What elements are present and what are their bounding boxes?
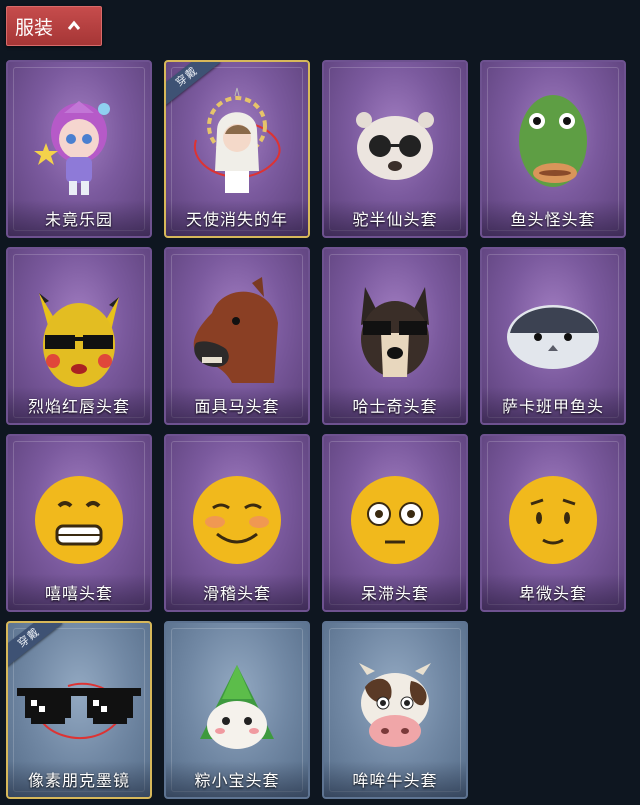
dazed-emoji-icon — [351, 475, 439, 564]
costume-card-moumou-niu[interactable]: 哞哞牛头套 — [322, 621, 468, 799]
item-name: 未竟乐园 — [8, 200, 150, 236]
chevron-up-icon — [67, 20, 81, 30]
cow-head-icon — [359, 662, 431, 747]
sacabambaspis-head-icon — [507, 304, 599, 369]
costume-card-beiwei[interactable]: 卑微头套 — [480, 434, 626, 612]
costume-card-lieyan-hongchun[interactable]: 烈焰红唇头套 — [6, 247, 152, 425]
section-label: 服装 — [15, 16, 54, 39]
costume-card-hashiqi[interactable]: 哈士奇头套 — [322, 247, 468, 425]
costume-card-mianju-ma[interactable]: 面具马头套 — [164, 247, 310, 425]
chibi-doll-icon — [34, 100, 110, 195]
item-name: 哈士奇头套 — [324, 387, 466, 423]
item-name: 驼半仙头套 — [324, 200, 466, 236]
costume-card-xixi[interactable]: 嘻嘻头套 — [6, 434, 152, 612]
costume-card-xiangsu-pengke[interactable]: 穿戴 像素朋克墨镜 — [6, 621, 152, 799]
item-name: 鱼头怪头套 — [482, 200, 624, 236]
item-name: 萨卡班甲鱼头 — [482, 387, 624, 423]
horse-mask-icon — [193, 276, 278, 383]
item-name: 滑稽头套 — [166, 574, 308, 610]
pixel-sunglasses-icon — [17, 687, 141, 724]
fish-head-icon — [519, 94, 587, 187]
item-name: 烈焰红唇头套 — [8, 387, 150, 423]
costume-card-sakaban-jiayu[interactable]: 萨卡班甲鱼头 — [480, 247, 626, 425]
item-name: 天使消失的年 — [166, 200, 308, 236]
item-name: 面具马头套 — [166, 387, 308, 423]
item-name: 卑微头套 — [482, 574, 624, 610]
item-name: 像素朋克墨镜 — [8, 761, 150, 797]
grin-emoji-icon — [35, 475, 123, 564]
costume-card-weijing-leyuan[interactable]: 未竟乐园 — [6, 60, 152, 238]
costume-card-tianshi-xiaoshi[interactable]: 穿戴 天使消失的年 — [164, 60, 310, 238]
item-name: 呆滞头套 — [324, 574, 466, 610]
item-name: 粽小宝头套 — [166, 761, 308, 797]
smirk-emoji-icon — [193, 475, 281, 564]
angel-doll-icon — [207, 87, 267, 193]
humble-emoji-icon — [509, 475, 597, 564]
costume-card-daizhi[interactable]: 呆滞头套 — [322, 434, 468, 612]
alpaca-head-icon — [356, 111, 434, 180]
pikachu-mask-icon — [39, 292, 119, 387]
husky-head-icon — [361, 286, 429, 377]
costume-section-toggle[interactable]: 服装 — [6, 6, 102, 46]
costume-card-huaji[interactable]: 滑稽头套 — [164, 434, 310, 612]
costume-card-tuobanxian[interactable]: 驼半仙头套 — [322, 60, 468, 238]
zongzi-head-icon — [200, 664, 274, 749]
costume-card-yutouguai[interactable]: 鱼头怪头套 — [480, 60, 626, 238]
item-name: 嘻嘻头套 — [8, 574, 150, 610]
item-name: 哞哞牛头套 — [324, 761, 466, 797]
costume-card-zongxiaobao[interactable]: 粽小宝头套 — [164, 621, 310, 799]
